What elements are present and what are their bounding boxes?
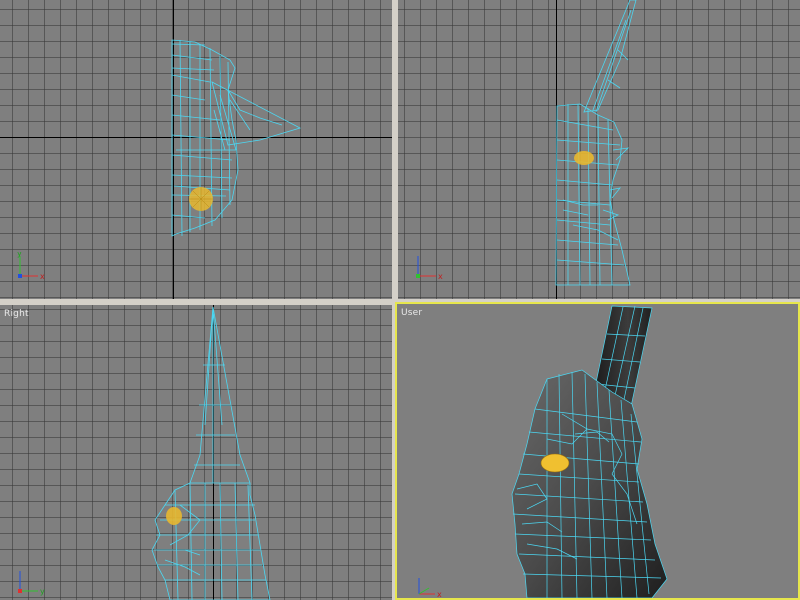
wireframe-model-front [555,0,637,286]
viewport-right[interactable]: Right y [0,305,392,600]
viewport-top[interactable]: x y [0,0,392,299]
axis-y-label: y [17,252,22,258]
viewport-user-active[interactable]: User x [395,302,800,600]
wireframe-model-right [151,306,271,600]
axis-tripod-icon: x [412,252,452,282]
axis-tripod-icon: x [411,572,451,599]
shaded-model-user [511,305,668,598]
axis-x-label: x [438,272,443,281]
axis-x-label: x [40,272,45,281]
axis-x-label: x [437,590,442,599]
wireframe-model-top [171,39,302,237]
viewport-front[interactable]: x [398,0,800,299]
axis-tripod-icon: y [12,567,52,597]
axis-tripod-icon: x y [12,252,52,282]
axis-y-label: y [40,587,45,596]
